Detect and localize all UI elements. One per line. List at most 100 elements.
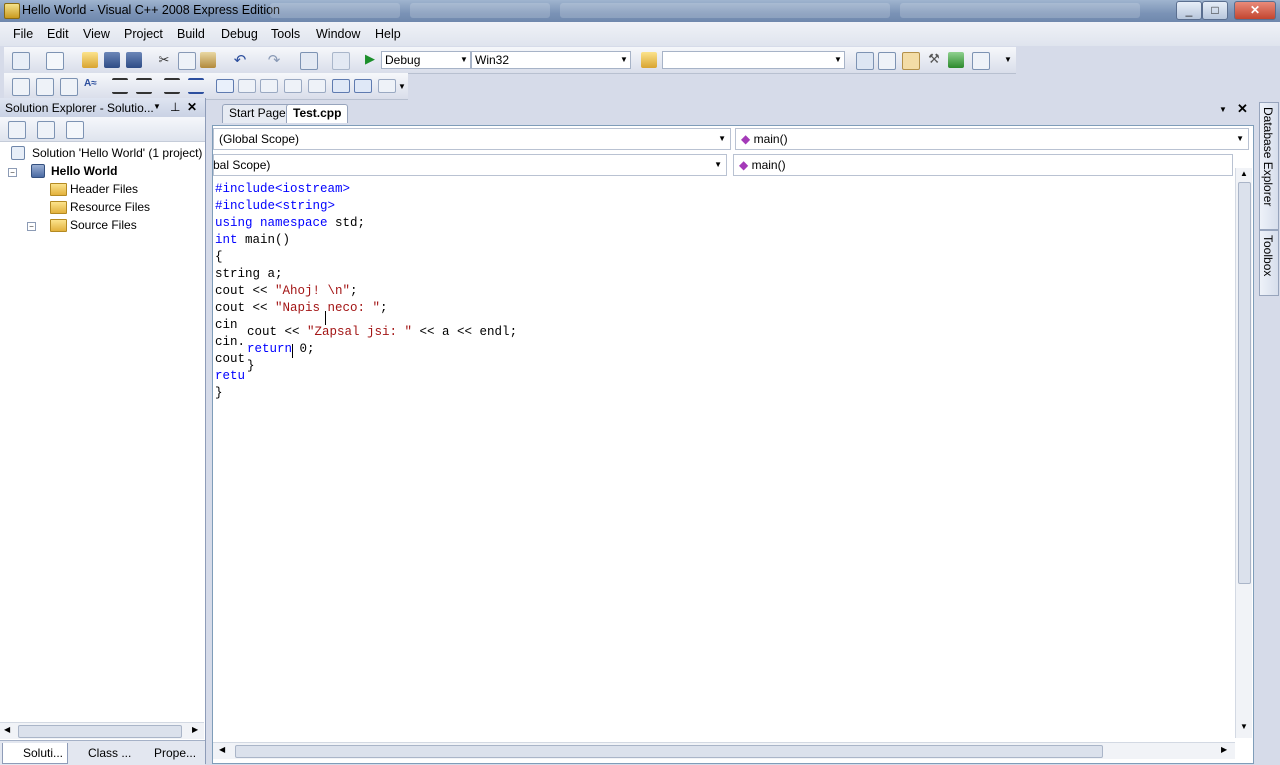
maximize-button[interactable]: □ (1202, 1, 1228, 20)
expand-toggle[interactable]: − (27, 222, 36, 231)
member-select[interactable]: ◆ main() ▼ (735, 128, 1249, 150)
show-all-files-icon[interactable] (37, 121, 55, 139)
code-editor[interactable]: (Global Scope) ▼ ◆ main() ▼ bal Scope) ▼… (212, 125, 1254, 764)
member-select-ghost[interactable]: ◆ main() (733, 154, 1233, 176)
next-bookmark-icon[interactable] (260, 79, 278, 93)
code-line[interactable]: return 0; (247, 341, 517, 358)
scroll-left-icon[interactable]: ◀ (219, 745, 225, 754)
code-line[interactable]: #include<string> (215, 198, 388, 215)
menu-tools[interactable]: Tools (271, 27, 300, 41)
solution-config-select[interactable]: Debug ▼ (381, 51, 471, 69)
code-text-overlay[interactable]: cout << "Zapsal jsi: " << a << endl; retu… (245, 324, 520, 375)
properties-icon[interactable] (878, 52, 896, 70)
close-icon[interactable]: ✕ (187, 100, 197, 114)
refresh-icon[interactable] (8, 121, 26, 139)
display-quick-info-icon[interactable] (60, 78, 78, 96)
scroll-thumb[interactable] (235, 745, 1103, 758)
app-icon[interactable] (4, 3, 20, 19)
scroll-left-icon[interactable]: ◀ (4, 725, 10, 734)
scroll-thumb[interactable] (1238, 182, 1251, 584)
code-line[interactable]: cout << "Ahoj! \n"; (215, 283, 388, 300)
display-object-list-icon[interactable] (12, 78, 30, 96)
code-line[interactable]: string a; (215, 266, 388, 283)
code-line[interactable]: } (247, 358, 517, 375)
comment-icon[interactable] (164, 78, 180, 94)
tab-test-cpp[interactable]: Test.cpp (286, 104, 349, 123)
minimize-button[interactable]: _ (1176, 1, 1202, 20)
new-project-icon[interactable] (12, 52, 30, 70)
menu-debug[interactable]: Debug (221, 27, 258, 41)
prev-bookmark-folder-icon[interactable] (284, 79, 302, 93)
platform-select[interactable]: Win32 ▼ (471, 51, 631, 69)
properties-icon[interactable] (66, 121, 84, 139)
display-parameter-info-icon[interactable] (36, 78, 54, 96)
menu-window[interactable]: Window (316, 27, 360, 41)
active-files-icon[interactable]: ▼ (1219, 105, 1227, 114)
menu-project[interactable]: Project (124, 27, 163, 41)
code-line[interactable]: int main() (215, 232, 388, 249)
cut-icon[interactable]: ✂ (156, 52, 172, 68)
code-line[interactable]: { (215, 249, 388, 266)
chevron-down-icon[interactable]: ▼ (153, 102, 161, 111)
increase-indent-icon[interactable] (136, 78, 152, 94)
copy-icon[interactable] (178, 52, 196, 70)
menu-edit[interactable]: Edit (47, 27, 69, 41)
start-debugging-icon[interactable]: ▶ (362, 51, 378, 67)
decrease-indent-icon[interactable] (112, 78, 128, 94)
code-line[interactable]: cout << "Zapsal jsi: " << a << endl; (247, 324, 517, 341)
bookmark-icon[interactable] (216, 79, 234, 93)
find-combo[interactable]: ▼ (662, 51, 845, 69)
tab-class-view[interactable]: Class ... (70, 743, 136, 763)
toolbar-overflow-icon[interactable]: ▼ (1004, 55, 1012, 71)
pin-icon[interactable]: ⊥ (170, 100, 180, 114)
close-button[interactable]: ✕ (1234, 1, 1276, 20)
tab-start-page[interactable]: Start Page (222, 104, 293, 123)
start-page-icon[interactable] (948, 52, 964, 68)
complete-word-icon[interactable]: A≈ (84, 78, 100, 94)
save-icon[interactable] (104, 52, 120, 68)
code-line[interactable]: using namespace std; (215, 215, 388, 232)
prev-bookmark-doc-icon[interactable] (332, 79, 350, 93)
solution-explorer-hscroll[interactable]: ◀ ▶ (0, 722, 204, 739)
next-bookmark-folder-icon[interactable] (308, 79, 326, 93)
toolbox-icon[interactable] (902, 52, 920, 70)
scroll-right-icon[interactable]: ▶ (1221, 745, 1227, 754)
scope-select[interactable]: (Global Scope) ▼ (213, 128, 731, 150)
collapse-toggle[interactable]: − (8, 168, 17, 177)
scope-select-ghost[interactable]: bal Scope) ▼ (213, 154, 727, 176)
scroll-up-icon[interactable]: ▲ (1240, 169, 1248, 178)
add-item-icon[interactable] (46, 52, 64, 70)
tab-properties[interactable]: Prope... (138, 743, 204, 763)
navigate-forward-icon[interactable] (332, 52, 350, 70)
toolbar-overflow-icon[interactable]: ▼ (398, 82, 406, 98)
command-window-icon[interactable] (972, 52, 990, 70)
tab-database-explorer[interactable]: Database Explorer (1259, 102, 1279, 230)
paste-icon[interactable] (200, 52, 216, 68)
menu-help[interactable]: Help (375, 27, 401, 41)
open-icon[interactable] (82, 52, 98, 68)
menu-view[interactable]: View (83, 27, 110, 41)
clear-bookmarks-icon[interactable] (378, 79, 396, 93)
menu-build[interactable]: Build (177, 27, 205, 41)
close-document-icon[interactable]: ✕ (1237, 101, 1248, 117)
editor-vscroll[interactable]: ▲ ▼ (1235, 168, 1252, 738)
scroll-thumb[interactable] (18, 725, 182, 738)
navigate-icon[interactable] (300, 52, 318, 70)
tools-icon[interactable]: ⚒ (926, 51, 942, 67)
editor-hscroll[interactable]: ◀ ▶ (213, 742, 1235, 759)
menu-file[interactable]: File (13, 27, 33, 41)
uncomment-icon[interactable] (188, 78, 204, 94)
next-bookmark-doc-icon[interactable] (354, 79, 372, 93)
redo-icon[interactable]: ↷ (266, 51, 282, 69)
undo-icon[interactable]: ↶ (232, 51, 248, 69)
find-in-files-icon[interactable] (641, 52, 657, 68)
scroll-right-icon[interactable]: ▶ (192, 725, 198, 734)
solution-explorer-icon[interactable] (856, 52, 874, 70)
scroll-down-icon[interactable]: ▼ (1240, 722, 1248, 731)
prev-bookmark-icon[interactable] (238, 79, 256, 93)
tab-solution-explorer[interactable]: Soluti... (2, 743, 68, 764)
save-all-icon[interactable] (126, 52, 142, 68)
code-line[interactable]: } (215, 385, 388, 402)
code-line[interactable]: cout << "Napis neco: "; (215, 300, 388, 317)
code-line[interactable]: #include<iostream> (215, 181, 388, 198)
